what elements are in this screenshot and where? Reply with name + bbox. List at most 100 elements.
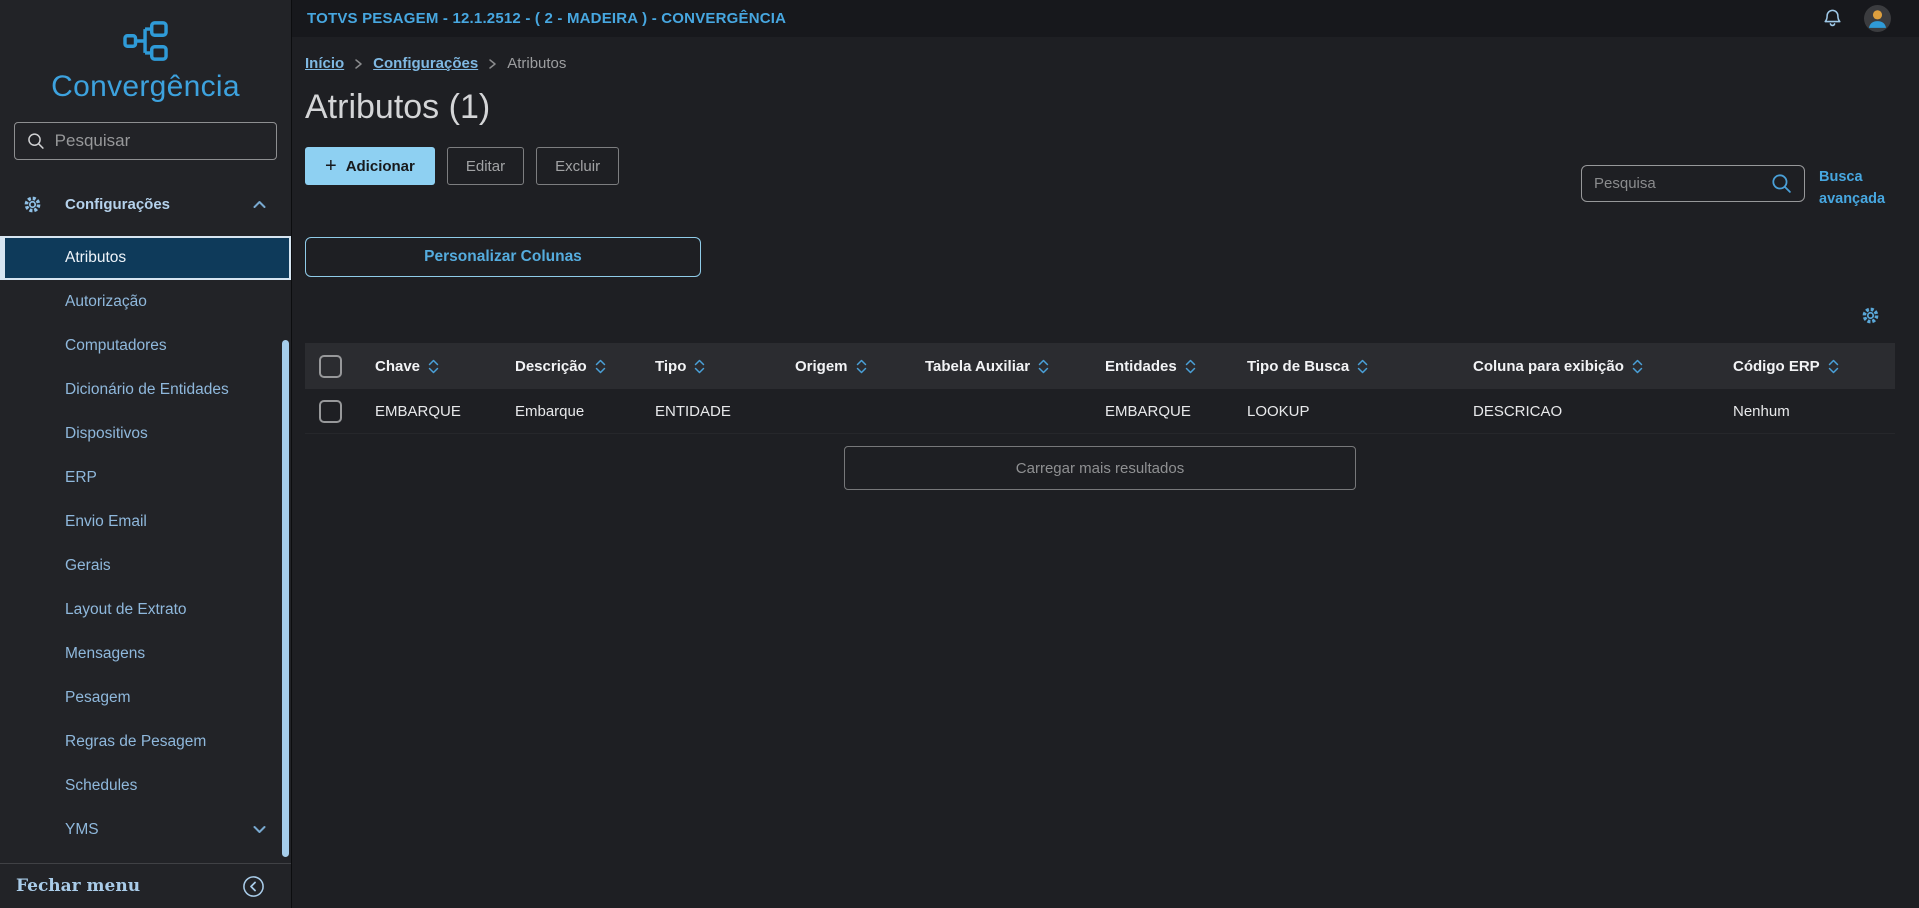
- sidebar-item-label: Dicionário de Entidades: [65, 381, 229, 398]
- sidebar-item-label: Layout de Extrato: [65, 601, 187, 618]
- sort-icon[interactable]: [1038, 359, 1049, 374]
- sidebar-item-label: Dispositivos: [65, 425, 148, 442]
- chevron-up-icon[interactable]: [252, 199, 267, 209]
- add-button-label: Adicionar: [345, 157, 415, 175]
- chevron-right-icon: [488, 58, 497, 70]
- table-search-input[interactable]: [1594, 175, 1763, 192]
- sidebar-search-input[interactable]: [54, 131, 264, 151]
- cell-tipo: ENTIDADE: [655, 402, 731, 420]
- sidebar-item-gerais[interactable]: Gerais: [0, 544, 291, 588]
- sidebar-item-label: Envio Email: [65, 513, 147, 530]
- sort-icon[interactable]: [694, 359, 705, 374]
- sidebar: Convergência Configurações Atributos Aut…: [0, 0, 292, 908]
- sidebar-item-label: Autorização: [65, 293, 147, 310]
- sidebar-item-yms[interactable]: YMS: [0, 808, 291, 852]
- sort-icon[interactable]: [856, 359, 867, 374]
- app-window: Convergência Configurações Atributos Aut…: [0, 0, 1919, 908]
- sidebar-item-label: ERP: [65, 469, 97, 486]
- app-logo: Convergência: [0, 0, 291, 104]
- cell-descricao: Embarque: [515, 402, 585, 420]
- hierarchy-logo-icon: [122, 21, 168, 61]
- main-area: TOTVS PESAGEM - 12.1.2512 - ( 2 - MADEIR…: [292, 0, 1919, 908]
- sidebar-item-label: Regras de Pesagem: [65, 733, 207, 750]
- breadcrumb-current: Atributos: [507, 55, 567, 72]
- table-row[interactable]: EMBARQUE Embarque ENTIDADE EMBARQUE LOOK…: [305, 389, 1895, 434]
- sort-icon[interactable]: [1632, 359, 1643, 374]
- sidebar-item-computadores[interactable]: Computadores: [0, 324, 291, 368]
- sort-icon[interactable]: [1357, 359, 1368, 374]
- sidebar-footer: Fechar menu: [0, 863, 291, 908]
- sidebar-item-layout-de-extrato[interactable]: Layout de Extrato: [0, 588, 291, 632]
- edit-button[interactable]: Editar: [446, 147, 525, 185]
- sidebar-item-label: Pesagem: [65, 689, 131, 706]
- column-header-entidades[interactable]: Entidades: [1105, 358, 1177, 375]
- sidebar-item-label: YMS: [65, 821, 99, 838]
- sidebar-item-dicionario-de-entidades[interactable]: Dicionário de Entidades: [0, 368, 291, 412]
- sidebar-item-label: Gerais: [65, 557, 111, 574]
- sidebar-item-mensagens[interactable]: Mensagens: [0, 632, 291, 676]
- column-header-tipo-de-busca[interactable]: Tipo de Busca: [1247, 358, 1349, 375]
- sidebar-item-label: Mensagens: [65, 645, 146, 662]
- column-header-descricao[interactable]: Descrição: [515, 358, 587, 375]
- customize-columns-button[interactable]: Personalizar Colunas: [305, 237, 701, 277]
- column-header-coluna-para-exibicao[interactable]: Coluna para exibição: [1473, 358, 1624, 375]
- chevron-down-icon[interactable]: [252, 825, 267, 835]
- attributes-table: Chave Descrição Tipo Origem Tabela Auxil…: [305, 343, 1895, 434]
- search-icon: [28, 133, 44, 149]
- sidebar-section-configuracoes[interactable]: Configurações: [0, 184, 291, 224]
- sidebar-item-label: Schedules: [65, 777, 138, 794]
- sidebar-item-dispositivos[interactable]: Dispositivos: [0, 412, 291, 456]
- breadcrumb-home-link[interactable]: Início: [305, 55, 344, 72]
- table-settings-gear-icon[interactable]: [1860, 305, 1881, 331]
- cell-entidades: EMBARQUE: [1105, 402, 1191, 420]
- column-header-chave[interactable]: Chave: [375, 358, 420, 375]
- table-search[interactable]: [1581, 165, 1805, 202]
- column-header-tabela-auxiliar[interactable]: Tabela Auxiliar: [925, 358, 1030, 375]
- sidebar-item-regras-de-pesagem[interactable]: Regras de Pesagem: [0, 720, 291, 764]
- column-header-codigo-erp[interactable]: Código ERP: [1733, 358, 1820, 375]
- sidebar-item-erp[interactable]: ERP: [0, 456, 291, 500]
- sidebar-item-label: Atributos: [65, 249, 127, 266]
- page-title: Atributos (1): [305, 88, 491, 126]
- column-header-origem[interactable]: Origem: [795, 358, 848, 375]
- table-header-row: Chave Descrição Tipo Origem Tabela Auxil…: [305, 343, 1895, 389]
- topbar-title: TOTVS PESAGEM - 12.1.2512 - ( 2 - MADEIR…: [307, 10, 787, 27]
- user-avatar[interactable]: [1864, 5, 1891, 32]
- column-header-tipo[interactable]: Tipo: [655, 358, 686, 375]
- sort-icon[interactable]: [1185, 359, 1196, 374]
- row-checkbox[interactable]: [319, 399, 342, 423]
- sort-icon[interactable]: [1828, 359, 1839, 374]
- sort-icon[interactable]: [428, 359, 439, 374]
- breadcrumb-configuracoes-link[interactable]: Configurações: [373, 55, 478, 72]
- collapse-circle-icon[interactable]: [242, 875, 265, 898]
- gear-icon: [24, 196, 41, 212]
- advanced-search-link[interactable]: Busca avançada: [1819, 167, 1899, 211]
- close-menu-button[interactable]: Fechar menu: [16, 876, 140, 896]
- sidebar-menu: Atributos Autorização Computadores Dicio…: [0, 236, 291, 852]
- plus-icon: +: [325, 155, 337, 177]
- sidebar-item-autorizacao[interactable]: Autorização: [0, 280, 291, 324]
- breadcrumb: Início Configurações Atributos: [305, 55, 1895, 72]
- sidebar-search[interactable]: [14, 122, 277, 160]
- chevron-right-icon: [354, 58, 363, 70]
- select-all-checkbox[interactable]: [319, 354, 342, 378]
- sidebar-item-schedules[interactable]: Schedules: [0, 764, 291, 808]
- sidebar-item-label: Computadores: [65, 337, 167, 354]
- bell-icon[interactable]: [1821, 7, 1844, 30]
- delete-button[interactable]: Excluir: [536, 147, 620, 185]
- sidebar-item-envio-email[interactable]: Envio Email: [0, 500, 291, 544]
- topbar: TOTVS PESAGEM - 12.1.2512 - ( 2 - MADEIR…: [292, 0, 1919, 37]
- sidebar-item-pesagem[interactable]: Pesagem: [0, 676, 291, 720]
- app-title: Convergência: [51, 70, 240, 103]
- cell-chave: EMBARQUE: [375, 402, 461, 420]
- load-more-button[interactable]: Carregar mais resultados: [844, 446, 1356, 490]
- add-button[interactable]: + Adicionar: [305, 147, 435, 185]
- sidebar-item-atributos[interactable]: Atributos: [0, 236, 291, 280]
- sort-icon[interactable]: [595, 359, 606, 374]
- search-icon[interactable]: [1771, 173, 1792, 194]
- cell-tipo-de-busca: LOOKUP: [1247, 402, 1310, 420]
- section-label: Configurações: [65, 195, 171, 213]
- cell-coluna-para-exibicao: DESCRICAO: [1473, 402, 1563, 420]
- select-all-cell: [305, 354, 375, 378]
- sidebar-scrollbar[interactable]: [282, 340, 289, 857]
